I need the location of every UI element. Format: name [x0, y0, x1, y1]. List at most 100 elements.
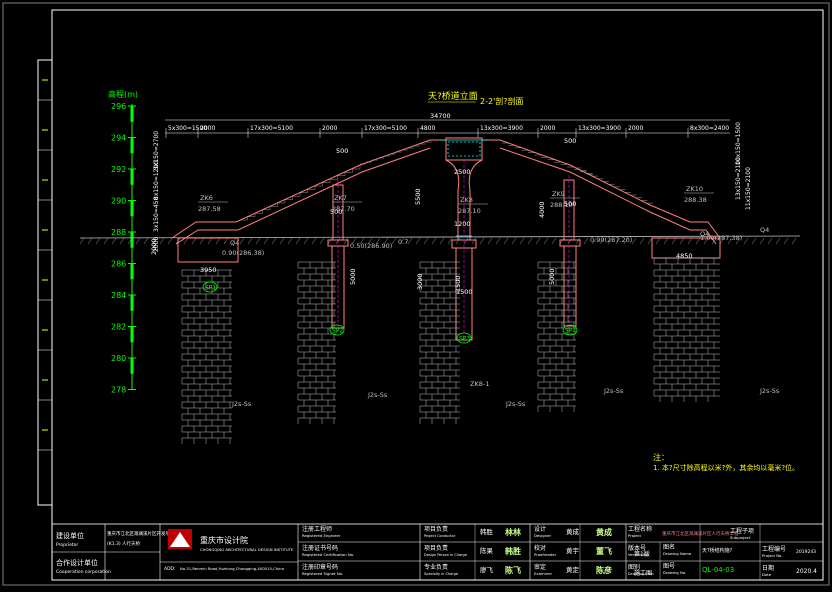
ground-hatch-stroke: [583, 237, 589, 245]
foundation-width-label: 1500: [456, 288, 473, 296]
ground-hatch-stroke: [559, 237, 565, 245]
ground-hatch-stroke: [655, 237, 661, 245]
tb-role-signature: 林林: [505, 527, 521, 537]
ground-hatch-stroke: [791, 237, 797, 245]
tb-checker-signature: 董飞: [596, 546, 612, 556]
tb-drawing-no-label-en: Drawing No.: [663, 570, 686, 575]
ground-hatch-stroke: [447, 237, 453, 245]
tb-project-no: 2019243: [796, 549, 816, 555]
ground-hatch-stroke: [543, 237, 549, 245]
pier-tag-label: SP3: [459, 336, 470, 343]
ground-hatch-stroke: [479, 237, 485, 245]
top-dimension-label: 2000: [322, 125, 337, 132]
ground-hatch-stroke: [335, 237, 341, 245]
soil-hatching: [181, 257, 720, 444]
tb-coop-en: Cooperation corporation: [56, 569, 111, 575]
left-dimension-label: 3x150=2700: [153, 131, 160, 170]
ground-mark: 0.90(287.20): [590, 236, 632, 244]
tb-addr-label: ADD:: [164, 566, 176, 572]
tb-role-name: 韩胜: [480, 527, 494, 536]
ground-hatch-stroke: [111, 237, 117, 245]
ground-hatch-stroke: [167, 237, 173, 245]
ground-hatch-stroke: [263, 237, 269, 245]
ground-hatch-stroke: [287, 237, 293, 245]
note-text: 1. 本?尺寸除高程以米?外，其余均以毫米?位。: [653, 463, 799, 472]
top-dimension-label: 4800: [420, 125, 435, 132]
drawing-title: 天?桥道立面: [428, 90, 478, 102]
pier-tag-label: SP2: [332, 328, 343, 335]
ground-hatch-stroke: [95, 237, 101, 245]
tb-check-en: Proofreader: [534, 552, 557, 557]
top-dimension-label: 8x300=2400: [690, 125, 729, 132]
ground-hatch-stroke: [439, 237, 445, 245]
elevation-tick-label: 282: [111, 323, 126, 332]
tb-date: 2020.4: [796, 568, 817, 575]
tb-date-label: 日期: [762, 564, 774, 572]
ground-hatch-stroke: [239, 237, 245, 245]
ground-hatch-stroke: [687, 237, 693, 245]
tb-check-cn: 设计: [534, 525, 546, 533]
borehole-id: ZK6: [200, 194, 213, 202]
ground-hatch-stroke: [143, 237, 149, 245]
elevation-tick-label: 288: [111, 228, 126, 237]
right-dimension-label: 13x150=2100: [735, 157, 742, 200]
ground-hatch-stroke: [223, 237, 229, 245]
elevation-tick-label: 296: [111, 102, 126, 111]
stratum-label: J2s-Ss: [603, 387, 624, 395]
zk-bottom-label: ZK8-1: [470, 380, 489, 388]
title-block: 建设单位 Proprietor 合作设计单位 Cooperation corpo…: [51, 523, 824, 581]
ground-hatch-stroke: [775, 237, 781, 245]
ground-hatch-stroke: [423, 237, 429, 245]
ground-hatch-stroke: [191, 237, 197, 245]
vertical-dimensions: 550040005000 3000 500020001500: [150, 188, 556, 292]
vertical-dimension-label: 4000: [538, 201, 546, 218]
mid-dimension-label: 500: [564, 200, 576, 208]
stratum-label: J2s-Ss: [505, 400, 526, 408]
borehole-elevation: 288.38: [684, 196, 707, 204]
side-dimensions: 8x150=12003x150=27003x150=450200010x150=…: [153, 122, 752, 252]
top-dimension-label: 13x300=3900: [480, 125, 523, 132]
pier-tags: SP1 SP2 SP3 SP4: [202, 281, 578, 344]
top-dimension-label: 13x300=3900: [578, 125, 621, 132]
cad-drawing: 天?桥道立面 2-2'剖?剖面 高程(m) 296 294 292 290 288 286…: [2, 2, 830, 586]
elevation-tick-label: 286: [111, 260, 126, 269]
borehole-id: ZK9: [552, 190, 565, 198]
tb-checker-name: 黄宇: [566, 546, 580, 555]
tb-reg-label-en: Registered Certification No.: [302, 552, 354, 557]
top-dimensions: 5x300=15002000 17x300=5100 2000 17x300=5100…: [165, 125, 729, 138]
ground-hatch-stroke: [327, 237, 333, 245]
borehole-id: ZK8: [460, 196, 473, 204]
tb-check-en: Examiner: [534, 571, 552, 576]
overall-span: 34700: [430, 112, 451, 120]
top-dimension-label: 17x300=5100: [364, 125, 407, 132]
tb-project-title: 重庆市江北区溉澜溪片区人行天桥工程: [662, 530, 739, 537]
ground-hatch-stroke: [87, 237, 93, 245]
ground-hatch-stroke: [207, 237, 213, 245]
tb-drawing-name: 天?桥结构施?: [702, 547, 733, 554]
ground-hatch-stroke: [199, 237, 205, 245]
tb-role-cn: 专业负责: [424, 563, 448, 571]
tb-project-name-1: 重庆市江北区溉澜溪片区开发项目: [107, 530, 175, 537]
ground-hatch-stroke: [343, 237, 349, 245]
ground-hatch-stroke: [503, 237, 509, 245]
vertical-dimension-label: 5500: [414, 188, 422, 205]
ground-hatch-stroke: [79, 237, 85, 245]
ground-hatch-stroke: [551, 237, 557, 245]
ground-hatch-stroke: [303, 237, 309, 245]
ground-hatch-stroke: [495, 237, 501, 245]
drawing-canvas: 天?桥道立面 2-2'剖?剖面 高程(m) 296 294 292 290 288 286…: [0, 0, 832, 588]
mid-dimension-label: 500: [336, 147, 348, 155]
tb-company-en: CHONGQING ARCHITECTURAL DESIGN INSTITUTE: [200, 547, 294, 552]
tb-version: 第1版: [634, 550, 650, 558]
tb-checker-signature: 陈彦: [596, 565, 612, 575]
ground-mark: Q4: [230, 239, 239, 247]
tb-roles: 项目负责Project Conductor 韩胜 林林项目负责Design Pers…: [424, 525, 521, 576]
ground-hatch-stroke: [487, 237, 493, 245]
elevation-tick-label: 284: [111, 291, 126, 300]
ground-hatch-stroke: [751, 237, 757, 245]
tb-coop-cn: 合作设计单位: [56, 558, 98, 567]
drawing-subtitle: 2-2'剖?剖面: [480, 96, 524, 106]
mid-dimension-label: 1200: [454, 220, 471, 228]
ground-hatch-stroke: [215, 237, 221, 245]
elevation-tick-label: 294: [111, 134, 126, 143]
